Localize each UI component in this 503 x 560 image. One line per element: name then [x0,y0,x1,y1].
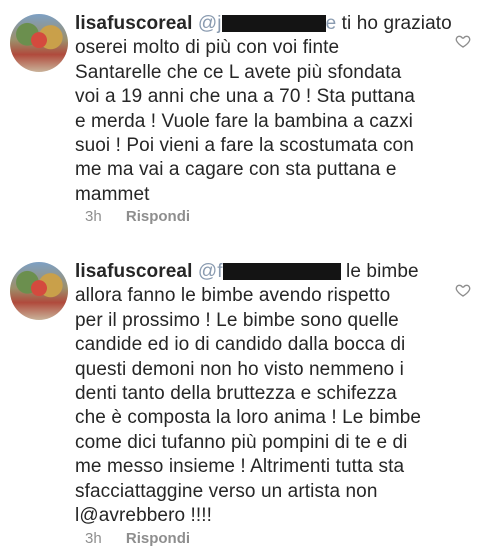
comment-line: che è composta la loro anima ! Le bimbe [75,407,422,429]
comment-meta: 3h Rispondi [85,208,190,225]
timestamp: 3h [85,208,102,225]
reply-button[interactable]: Rispondi [126,208,190,225]
comment-line: questi demoni non ho visto nemmeno i [75,358,404,380]
comment-text: lisafuscoreal @f le bimbe allora fanno l… [75,260,455,528]
comment-line: voi a 19 anni che una a 70 ! Sta puttana [75,86,415,108]
reply-button[interactable]: Rispondi [126,530,190,547]
comment-line: come dici tufanno più pompini di te e di [75,431,408,453]
comment-line: l@avrebbero !!!! [75,505,213,527]
comment-line: le bimbe [346,261,419,282]
comment-text: lisafuscoreal @j e ti ho graziato oserei … [75,12,455,207]
mention[interactable]: @j e [198,13,336,34]
comment-line: mammet [75,183,150,205]
comment-line: suoi ! Poi vieni a fare la scostumata co… [75,135,414,157]
username[interactable]: lisafuscoreal [75,13,192,34]
mention[interactable]: @f [198,261,341,282]
comment-line: oserei molto di più con voi finte [75,37,340,59]
comment-line: denti tanto della bruttezza e schifezza [75,383,397,405]
timestamp: 3h [85,530,102,547]
comment-meta: 3h Rispondi [85,530,190,547]
comment-line: per il prossimo ! Le bimbe sono quelle [75,309,399,331]
heart-outline-icon[interactable] [455,282,471,298]
redaction-bar [222,263,341,280]
avatar[interactable] [10,14,68,72]
username[interactable]: lisafuscoreal [75,261,192,282]
comment-line: candide ed io di candido dalla bocca di [75,334,406,356]
heart-outline-icon[interactable] [455,33,471,49]
comment-line: ti ho graziato [341,13,452,34]
redaction-bar [221,15,326,32]
comment-line: allora fanno le bimbe avendo rispetto [75,285,391,307]
avatar[interactable] [10,262,68,320]
comment-line: sfacciattaggine verso un artista non [75,480,378,502]
comment-line: e merda ! Vuole fare la bambina a cazxi [75,110,413,132]
comment-line: me messo insieme ! Altrimenti tutta sta [75,456,405,478]
comment-line: me ma vai a cagare con sta puttana e [75,159,397,181]
comment-line: Santarelle che ce L avete più sfondata [75,61,402,83]
